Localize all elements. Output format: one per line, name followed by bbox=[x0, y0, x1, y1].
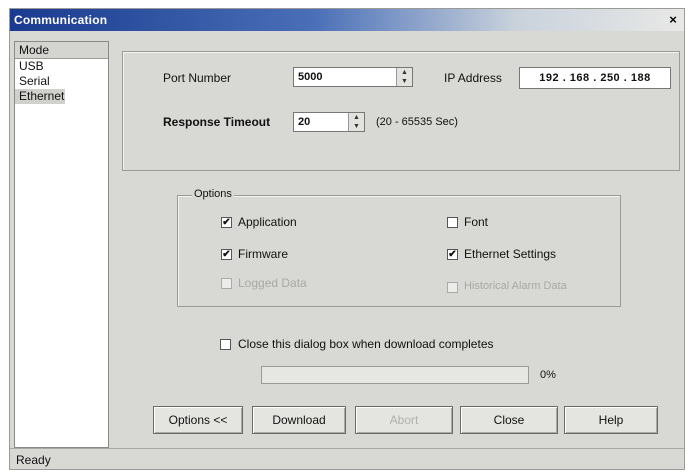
historical-alarm-data-label: Historical Alarm Data bbox=[464, 280, 567, 292]
close-window-icon[interactable]: × bbox=[665, 12, 681, 27]
timeout-range-hint: (20 - 65535 Sec) bbox=[376, 116, 458, 128]
application-label: Application bbox=[238, 215, 297, 229]
font-checkbox[interactable] bbox=[447, 217, 458, 228]
close-button[interactable]: Close bbox=[460, 406, 558, 434]
spin-up-icon[interactable]: ▲ bbox=[349, 113, 364, 122]
close-dialog-label: Close this dialog box when download comp… bbox=[238, 337, 494, 351]
port-number-spinner[interactable]: 5000 ▲ ▼ bbox=[293, 67, 413, 87]
options-legend: Options bbox=[192, 188, 234, 200]
font-label: Font bbox=[464, 215, 489, 229]
response-timeout-spinner[interactable]: 20 ▲ ▼ bbox=[293, 112, 365, 132]
port-number-arrows[interactable]: ▲ ▼ bbox=[396, 68, 412, 86]
ethernet-settings-label: Ethernet Settings bbox=[464, 247, 557, 261]
spin-up-icon[interactable]: ▲ bbox=[397, 68, 412, 77]
port-number-label: Port Number bbox=[163, 71, 232, 85]
options-toggle-button[interactable]: Options << bbox=[153, 406, 243, 434]
close-dialog-checkbox[interactable] bbox=[220, 339, 231, 350]
historical-alarm-data-checkbox bbox=[447, 282, 458, 293]
firmware-label: Firmware bbox=[238, 247, 288, 261]
status-bar: Ready bbox=[10, 448, 684, 469]
ethernet-settings-checkbox[interactable]: ✔ bbox=[447, 249, 458, 260]
ip-address-field[interactable]: 192 . 168 . 250 . 188 bbox=[519, 67, 671, 89]
download-button[interactable]: Download bbox=[252, 406, 346, 434]
window-title: Communication bbox=[14, 13, 108, 27]
download-progress-text: 0% bbox=[540, 369, 556, 381]
mode-item-usb[interactable]: USB bbox=[15, 59, 108, 74]
mode-list-header: Mode bbox=[15, 42, 108, 59]
response-timeout-arrows[interactable]: ▲ ▼ bbox=[348, 113, 364, 131]
response-timeout-value: 20 bbox=[298, 116, 311, 128]
mode-list: Mode USB Serial Ethernet bbox=[14, 41, 109, 448]
response-timeout-label: Response Timeout bbox=[163, 115, 271, 129]
mode-item-ethernet[interactable]: Ethernet bbox=[15, 89, 65, 104]
abort-button: Abort bbox=[355, 406, 453, 434]
logged-data-label: Logged Data bbox=[238, 276, 307, 290]
application-checkbox[interactable]: ✔ bbox=[221, 217, 232, 228]
title-bar[interactable]: Communication × bbox=[10, 9, 684, 31]
spin-down-icon[interactable]: ▼ bbox=[397, 77, 412, 86]
communication-window: Communication × Mode USB Serial Ethernet… bbox=[9, 8, 685, 470]
spin-down-icon[interactable]: ▼ bbox=[349, 122, 364, 131]
port-number-value: 5000 bbox=[298, 71, 323, 83]
ip-address-label: IP Address bbox=[444, 71, 502, 85]
download-progress-bar bbox=[261, 366, 529, 384]
firmware-checkbox[interactable]: ✔ bbox=[221, 249, 232, 260]
mode-item-serial[interactable]: Serial bbox=[15, 74, 108, 89]
logged-data-checkbox bbox=[221, 278, 232, 289]
help-button[interactable]: Help bbox=[564, 406, 658, 434]
status-text: Ready bbox=[16, 453, 51, 467]
